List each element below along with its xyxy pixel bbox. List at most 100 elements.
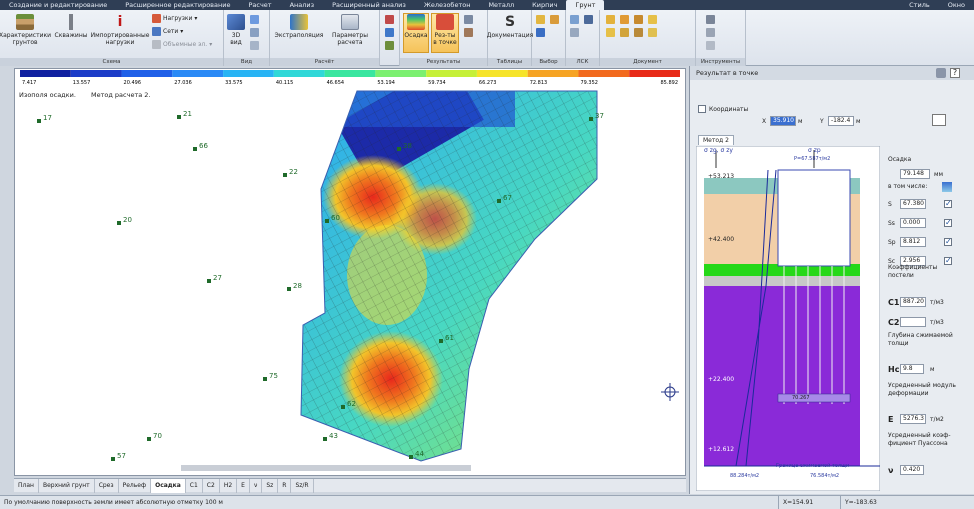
zoom-icon[interactable] [250, 15, 259, 24]
tables-doc-button[interactable]: S Документация [487, 14, 533, 39]
well-marker[interactable]: 20 [117, 216, 132, 225]
export-icon[interactable] [648, 15, 657, 24]
help-icon[interactable]: ? [950, 68, 960, 78]
s-item-checkbox[interactable] [944, 218, 952, 227]
nu-field[interactable]: 0.420 [900, 465, 924, 475]
view-tab-1[interactable]: Верхний грунт [39, 478, 95, 493]
view-tab-6[interactable]: C2 [203, 478, 220, 493]
pan-icon[interactable] [250, 41, 259, 50]
extrapolation-button[interactable]: Экстраполяция [274, 14, 324, 39]
load-arrow-icon [152, 14, 161, 23]
res-in-point-button[interactable]: Рез-ты в точке [431, 13, 459, 53]
well-marker[interactable]: 21 [177, 110, 192, 119]
measure-icon[interactable] [706, 41, 715, 50]
paste-icon[interactable] [634, 28, 643, 37]
s-item-field[interactable]: 8.812 [900, 237, 926, 247]
menu-tab-6[interactable]: Металл [479, 0, 523, 10]
view-tab-11[interactable]: R [278, 478, 292, 493]
menu-tab-1[interactable]: Расширенное редактирование [116, 0, 239, 10]
s-item-field[interactable]: 0.000 [900, 218, 926, 228]
nets-button[interactable]: Сети ▾ [152, 27, 183, 36]
rotate-icon[interactable] [250, 28, 259, 37]
image-icon[interactable] [606, 28, 615, 37]
view-tab-5[interactable]: C1 [186, 478, 203, 493]
menu-right-1[interactable]: Окно [939, 0, 974, 10]
refresh-icon[interactable] [385, 28, 394, 37]
print-icon[interactable] [634, 15, 643, 24]
view-tab-0[interactable]: План [14, 478, 39, 493]
s-item-checkbox[interactable] [944, 199, 952, 208]
well-square [263, 377, 267, 381]
coords-checkbox[interactable] [698, 105, 706, 113]
settlement-isofield-plot[interactable]: 17 21 66 22 20 27 28 75 70 57 67 60 61 62 43 44 37 38 [15, 69, 685, 475]
plus-icon[interactable] [385, 41, 394, 50]
view-tab-9[interactable]: ν [250, 478, 263, 493]
loads-button[interactable]: Нагрузки ▾ [152, 14, 197, 23]
lsk-icon[interactable] [584, 15, 593, 24]
plan-canvas[interactable]: 17 21 66 22 20 27 28 75 70 57 67 60 61 62 43 44 37 38 Изо… [14, 68, 686, 476]
report-icon[interactable] [648, 28, 657, 37]
view-tab-10[interactable]: Sz [262, 478, 279, 493]
crosshair-icon[interactable] [661, 383, 679, 401]
menu-tab-5[interactable]: Железобетон [415, 0, 480, 10]
view-tab-3[interactable]: Рельеф [119, 478, 152, 493]
grid-toggle-icon[interactable] [932, 114, 946, 126]
view-tab-12[interactable]: Sz/R [291, 478, 314, 493]
menu-tab-3[interactable]: Анализ [281, 0, 324, 10]
view-tab-7[interactable]: H2 [220, 478, 238, 493]
well-marker[interactable]: 17 [37, 114, 52, 123]
volume-elems-button[interactable]: Объемные эл. ▾ [152, 40, 212, 49]
well-marker[interactable]: 75 [263, 372, 278, 381]
s-item-checkbox[interactable] [944, 237, 952, 246]
wells-button[interactable]: Скважины [55, 14, 88, 39]
layers-chart-icon[interactable] [942, 182, 952, 192]
tab-method-2[interactable]: Метод 2 [698, 135, 734, 145]
view3d-button[interactable]: 3D вид [227, 14, 245, 46]
well-marker[interactable]: 70 [147, 432, 162, 441]
import-loads-button[interactable]: i Импортированные нагрузки [91, 14, 150, 46]
well-marker[interactable]: 66 [193, 142, 208, 151]
well-marker[interactable]: 43 [323, 432, 338, 441]
calc-params-button[interactable]: Параметры расчета [328, 14, 372, 46]
h-field[interactable]: 9.8 [900, 364, 924, 374]
y-field[interactable]: -182.4 [828, 116, 854, 126]
tool-icon[interactable] [706, 15, 715, 24]
settings-icon[interactable] [706, 28, 715, 37]
menu-tab-7[interactable]: Кирпич [523, 0, 566, 10]
view-tab-4[interactable]: Осадка [151, 478, 186, 493]
c1-field[interactable]: 887.20 [900, 297, 926, 307]
settlement-field[interactable]: 79.148 [900, 169, 930, 179]
chart-icon[interactable] [464, 28, 473, 37]
axis-icon[interactable] [570, 15, 579, 24]
c2-field[interactable] [900, 317, 926, 327]
well-marker[interactable]: 28 [287, 282, 302, 291]
pin-icon[interactable] [464, 15, 473, 24]
x-field[interactable]: 35.910 [770, 116, 796, 126]
menu-tab-4[interactable]: Расширенный анализ [323, 0, 415, 10]
well-marker[interactable]: 57 [111, 452, 126, 461]
select-all-icon[interactable] [550, 15, 559, 24]
save-icon[interactable] [620, 15, 629, 24]
folder-icon[interactable] [606, 15, 615, 24]
copy-icon[interactable] [620, 28, 629, 37]
menu-tab-2[interactable]: Расчет [239, 0, 280, 10]
settlement-button[interactable]: Осадка [403, 13, 429, 53]
view-tab-8[interactable]: E [237, 478, 250, 493]
s-item-field[interactable]: 67.380 [900, 199, 926, 209]
menu-tab-0[interactable]: Создание и редактирование [0, 0, 116, 10]
select-by-icon[interactable] [536, 28, 545, 37]
e-unit: т/м2 [930, 416, 944, 423]
close-red-icon[interactable] [385, 15, 394, 24]
grid-icon[interactable] [570, 28, 579, 37]
c2-label: C2 [888, 318, 900, 327]
view-tab-2[interactable]: Срез [95, 478, 119, 493]
camera-icon[interactable] [936, 68, 946, 78]
well-marker[interactable]: 27 [207, 274, 222, 283]
well-marker[interactable]: 22 [283, 168, 298, 177]
soil-chars-button[interactable]: Характеристики грунтов [0, 14, 51, 46]
e-field[interactable]: 5276.3 [900, 414, 926, 424]
menu-tab-8[interactable]: Грунт [566, 0, 605, 10]
select-icon[interactable] [536, 15, 545, 24]
menu-right-0[interactable]: Стиль [900, 0, 939, 10]
horizontal-scrollbar[interactable] [181, 465, 471, 471]
